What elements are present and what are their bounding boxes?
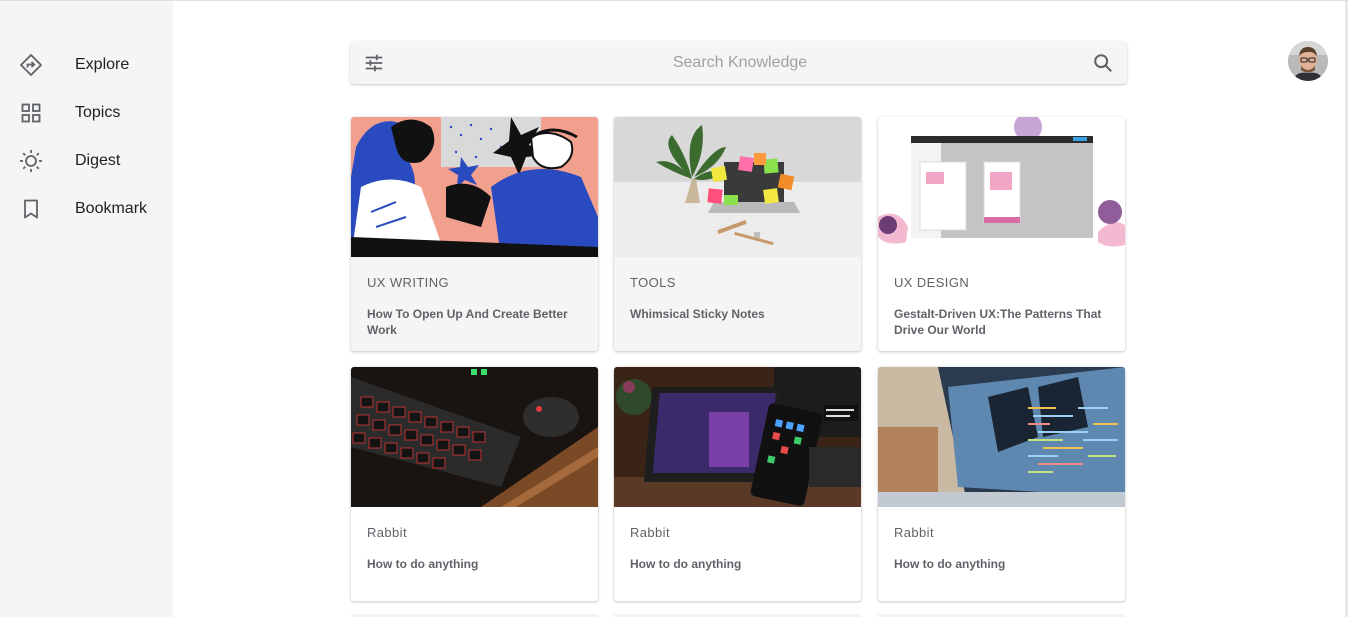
article-card[interactable]: TOOLS Whimsical Sticky Notes	[614, 117, 861, 351]
sidebar-item-digest[interactable]: Digest	[0, 137, 173, 185]
article-category: Rabbit	[367, 525, 407, 540]
article-thumbnail	[878, 117, 1125, 257]
sun-icon	[19, 149, 43, 173]
article-title: How to do anything	[630, 557, 742, 571]
search-input[interactable]	[400, 41, 1080, 84]
article-title: Whimsical Sticky Notes	[630, 307, 765, 321]
bookmark-icon	[19, 197, 43, 221]
article-title: Gestalt-Driven UX:The Patterns That Driv…	[894, 307, 1102, 337]
sidebar: Explore Topics Digest Bookmark	[0, 1, 173, 617]
article-thumbnail	[351, 117, 598, 257]
article-category: UX WRITING	[367, 275, 449, 290]
sidebar-item-explore[interactable]: Explore	[0, 41, 173, 89]
article-category: Rabbit	[630, 525, 670, 540]
sidebar-item-label: Topics	[75, 104, 121, 121]
article-title: How to do anything	[894, 557, 1006, 571]
article-card[interactable]: UX DESIGN Gestalt-Driven UX:The Patterns…	[878, 117, 1125, 351]
article-card[interactable]: Rabbit How to do anything	[614, 367, 861, 601]
top-divider	[0, 0, 1348, 1]
article-card[interactable]: Rabbit How to do anything	[878, 367, 1125, 601]
article-thumbnail	[614, 367, 861, 507]
article-card[interactable]: UX WRITING How To Open Up And Create Bet…	[351, 117, 598, 351]
article-thumbnail	[878, 367, 1125, 507]
article-title: How To Open Up And Create Better Work	[367, 307, 568, 337]
filter-icon[interactable]	[363, 52, 385, 74]
grid-icon	[19, 101, 43, 125]
article-category: Rabbit	[894, 525, 934, 540]
sidebar-item-bookmark[interactable]: Bookmark	[0, 185, 173, 233]
explore-icon	[19, 53, 43, 77]
sidebar-item-label: Explore	[75, 56, 130, 73]
avatar[interactable]	[1288, 41, 1328, 81]
article-thumbnail	[351, 367, 598, 507]
sidebar-item-label: Bookmark	[75, 200, 148, 217]
search-icon[interactable]	[1092, 52, 1114, 74]
search-bar	[350, 41, 1127, 84]
article-card[interactable]: Rabbit How to do anything	[351, 367, 598, 601]
sidebar-nav: Explore Topics Digest Bookmark	[0, 41, 173, 233]
article-thumbnail	[614, 117, 861, 257]
article-category: TOOLS	[630, 275, 676, 290]
sidebar-item-label: Digest	[75, 152, 121, 169]
article-category: UX DESIGN	[894, 275, 970, 290]
sidebar-item-topics[interactable]: Topics	[0, 89, 173, 137]
article-title: How to do anything	[367, 557, 479, 571]
